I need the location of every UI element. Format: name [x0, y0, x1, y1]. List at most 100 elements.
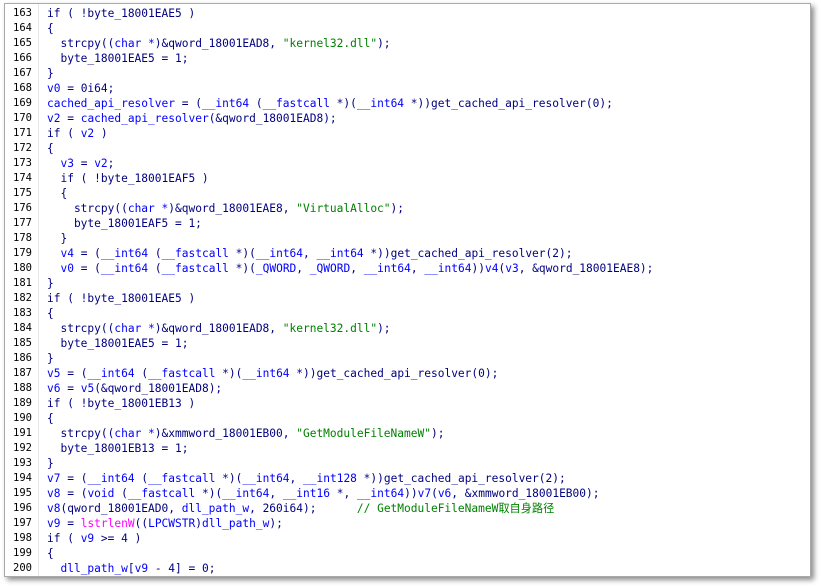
- code-text[interactable]: if ( !byte_18001EAE5 ): [47, 6, 195, 21]
- code-line[interactable]: 177 byte_18001EAF5 = 1;: [5, 216, 810, 231]
- code-token: if (: [47, 127, 81, 140]
- code-line[interactable]: 185 byte_18001EAE5 = 1;: [5, 336, 810, 351]
- code-text[interactable]: v5 = (__int64 (__fastcall *)(__int64 *))…: [47, 366, 498, 381]
- code-text[interactable]: v7 = (__int64 (__fastcall *)(__int64, __…: [47, 471, 566, 486]
- code-line[interactable]: 197 v9 = lstrlenW((LPCWSTR)dll_path_w);: [5, 516, 810, 531]
- code-text[interactable]: byte_18001EB13 = 1;: [47, 441, 188, 456]
- code-line[interactable]: 190 {: [5, 411, 810, 426]
- code-token: v9: [134, 562, 149, 575]
- code-text[interactable]: if ( !byte_18001EAF5 ): [47, 171, 208, 186]
- code-text[interactable]: }: [47, 231, 67, 246]
- code-text[interactable]: strcpy((char *)&qword_18001EAD8, "kernel…: [47, 36, 390, 51]
- code-line[interactable]: 192 byte_18001EB13 = 1;: [5, 441, 810, 456]
- code-line[interactable]: 163 if ( !byte_18001EAE5 ): [5, 6, 810, 21]
- code-token: byte_18001EAE5 = 1;: [47, 52, 189, 65]
- line-number: 167: [13, 67, 32, 79]
- code-text[interactable]: }: [47, 351, 54, 366]
- code-line[interactable]: 189 if ( !byte_18001EB13 ): [5, 396, 810, 411]
- code-token: v6: [47, 382, 61, 395]
- code-line[interactable]: 169 cached_api_resolver = (__int64 (__fas…: [5, 96, 810, 111]
- code-token: = (: [73, 247, 101, 260]
- code-text[interactable]: v8(qword_18001EAD0, dll_path_w, 260i64);…: [47, 501, 554, 516]
- code-token: ,: [410, 262, 425, 275]
- code-token: v3: [505, 262, 519, 275]
- code-line[interactable]: 164 {: [5, 21, 810, 36]
- code-text[interactable]: {: [47, 411, 54, 426]
- line-number: 199: [13, 547, 32, 559]
- code-text[interactable]: v0 = 0i64;: [47, 81, 114, 96]
- code-line[interactable]: 184 strcpy((char *)&qword_18001EAD8, "ke…: [5, 321, 810, 336]
- code-text[interactable]: if ( !byte_18001EAE5 ): [47, 291, 195, 306]
- code-line[interactable]: 170 v2 = cached_api_resolver(&qword_18001…: [5, 111, 810, 126]
- code-token: __int64: [201, 97, 250, 110]
- code-line[interactable]: 173 v3 = v2;: [5, 156, 810, 171]
- code-token: *))get_cached_api_resolver(2);: [356, 472, 566, 485]
- code-text[interactable]: if ( v9 >= 4 ): [47, 531, 141, 546]
- code-line[interactable]: 194 v7 = (__int64 (__fastcall *)(__int64,…: [5, 471, 810, 486]
- code-line[interactable]: 174 if ( !byte_18001EAF5 ): [5, 171, 810, 186]
- code-token: *,: [329, 487, 357, 500]
- code-text[interactable]: byte_18001EAE5 = 1;: [47, 51, 188, 66]
- code-text[interactable]: v3 = v2;: [47, 156, 114, 171]
- code-line[interactable]: 182 if ( !byte_18001EAE5 ): [5, 291, 810, 306]
- code-token: cached_api_resolver: [47, 97, 175, 110]
- code-line[interactable]: 195 v8 = (void (__fastcall *)(__int64, __…: [5, 486, 810, 501]
- code-line[interactable]: 180 v0 = (__int64 (__fastcall *)(_QWORD,…: [5, 261, 810, 276]
- code-text[interactable]: {: [47, 546, 54, 561]
- code-line[interactable]: 167}: [5, 66, 810, 81]
- code-text[interactable]: v8 = (void (__fastcall *)(__int64, __int…: [47, 486, 599, 501]
- code-line[interactable]: 187 v5 = (__int64 (__fastcall *)(__int64 …: [5, 366, 810, 381]
- code-line[interactable]: 199 {: [5, 546, 810, 561]
- code-line[interactable]: 176 strcpy((char *)&qword_18001EAE8, "Vi…: [5, 201, 810, 216]
- code-line[interactable]: 172 {: [5, 141, 810, 156]
- code-text[interactable]: v6 = v5(&qword_18001EAD8);: [47, 381, 222, 396]
- code-text[interactable]: strcpy((char *)&xmmword_18001EB00, "GetM…: [47, 426, 444, 441]
- code-line[interactable]: 191 strcpy((char *)&xmmword_18001EB00, "…: [5, 426, 810, 441]
- code-text[interactable]: {: [47, 186, 67, 201]
- code-token: char *: [127, 202, 169, 215]
- code-text[interactable]: {: [47, 141, 54, 156]
- code-token: [: [127, 562, 135, 575]
- code-editor-pane[interactable]: 163 if ( !byte_18001EAE5 ) 164 {165 strcpy(…: [4, 3, 811, 577]
- code-text[interactable]: }: [47, 66, 54, 81]
- code-text[interactable]: v0 = (__int64 (__fastcall *)(_QWORD, _QW…: [47, 261, 653, 276]
- code-line[interactable]: 168 v0 = 0i64;: [5, 81, 810, 96]
- code-token: __fastcall: [148, 367, 216, 380]
- code-line[interactable]: 183 {: [5, 306, 810, 321]
- code-line[interactable]: 165 strcpy((char *)&qword_18001EAD8, "ke…: [5, 36, 810, 51]
- code-line[interactable]: 193}: [5, 456, 810, 471]
- code-text[interactable]: dll_path_w[v9 - 4] = 0;: [47, 561, 215, 576]
- code-text[interactable]: v4 = (__int64 (__fastcall *)(__int64, __…: [47, 246, 572, 261]
- code-text[interactable]: if ( !byte_18001EB13 ): [47, 396, 195, 411]
- code-token: =: [60, 112, 81, 125]
- code-token: __fastcall: [127, 487, 196, 500]
- code-line[interactable]: 198 if ( v9 >= 4 ): [5, 531, 810, 546]
- code-text[interactable]: strcpy((char *)&qword_18001EAD8, "kernel…: [47, 321, 390, 336]
- code-text[interactable]: }: [47, 276, 54, 291]
- code-line[interactable]: 196 v8(qword_18001EAD0, dll_path_w, 260i6…: [5, 501, 810, 516]
- code-line[interactable]: 179 v4 = (__int64 (__fastcall *)(__int64…: [5, 246, 810, 261]
- code-token: {: [47, 307, 54, 320]
- code-line[interactable]: 188 v6 = v5(&qword_18001EAD8);: [5, 381, 810, 396]
- code-text[interactable]: cached_api_resolver = (__int64 (__fastca…: [47, 96, 613, 111]
- line-number: 163: [13, 7, 32, 19]
- pseudocode-listing[interactable]: 163 if ( !byte_18001EAE5 ) 164 {165 strcpy(…: [5, 4, 810, 576]
- code-text[interactable]: byte_18001EAE5 = 1;: [47, 336, 188, 351]
- code-text[interactable]: {: [47, 306, 54, 321]
- code-line[interactable]: 166 byte_18001EAE5 = 1;: [5, 51, 810, 66]
- code-line[interactable]: 186}: [5, 351, 810, 366]
- code-text[interactable]: if ( v2 ): [47, 126, 108, 141]
- code-line[interactable]: 175 {: [5, 186, 810, 201]
- code-text[interactable]: {: [47, 21, 54, 36]
- code-line[interactable]: 171 if ( v2 ): [5, 126, 810, 141]
- code-token: void: [87, 487, 115, 500]
- code-line[interactable]: 200 dll_path_w[v9 - 4] = 0;: [5, 561, 810, 576]
- code-text[interactable]: v9 = lstrlenW((LPCWSTR)dll_path_w);: [47, 516, 283, 531]
- code-line[interactable]: 178 }: [5, 231, 810, 246]
- code-text[interactable]: byte_18001EAF5 = 1;: [47, 216, 202, 231]
- code-line[interactable]: 181}: [5, 276, 810, 291]
- code-text[interactable]: strcpy((char *)&qword_18001EAE8, "Virtua…: [47, 201, 404, 216]
- code-text[interactable]: }: [47, 456, 54, 471]
- line-number: 193: [13, 457, 32, 469]
- code-text[interactable]: v2 = cached_api_resolver(&qword_18001EAD…: [47, 111, 337, 126]
